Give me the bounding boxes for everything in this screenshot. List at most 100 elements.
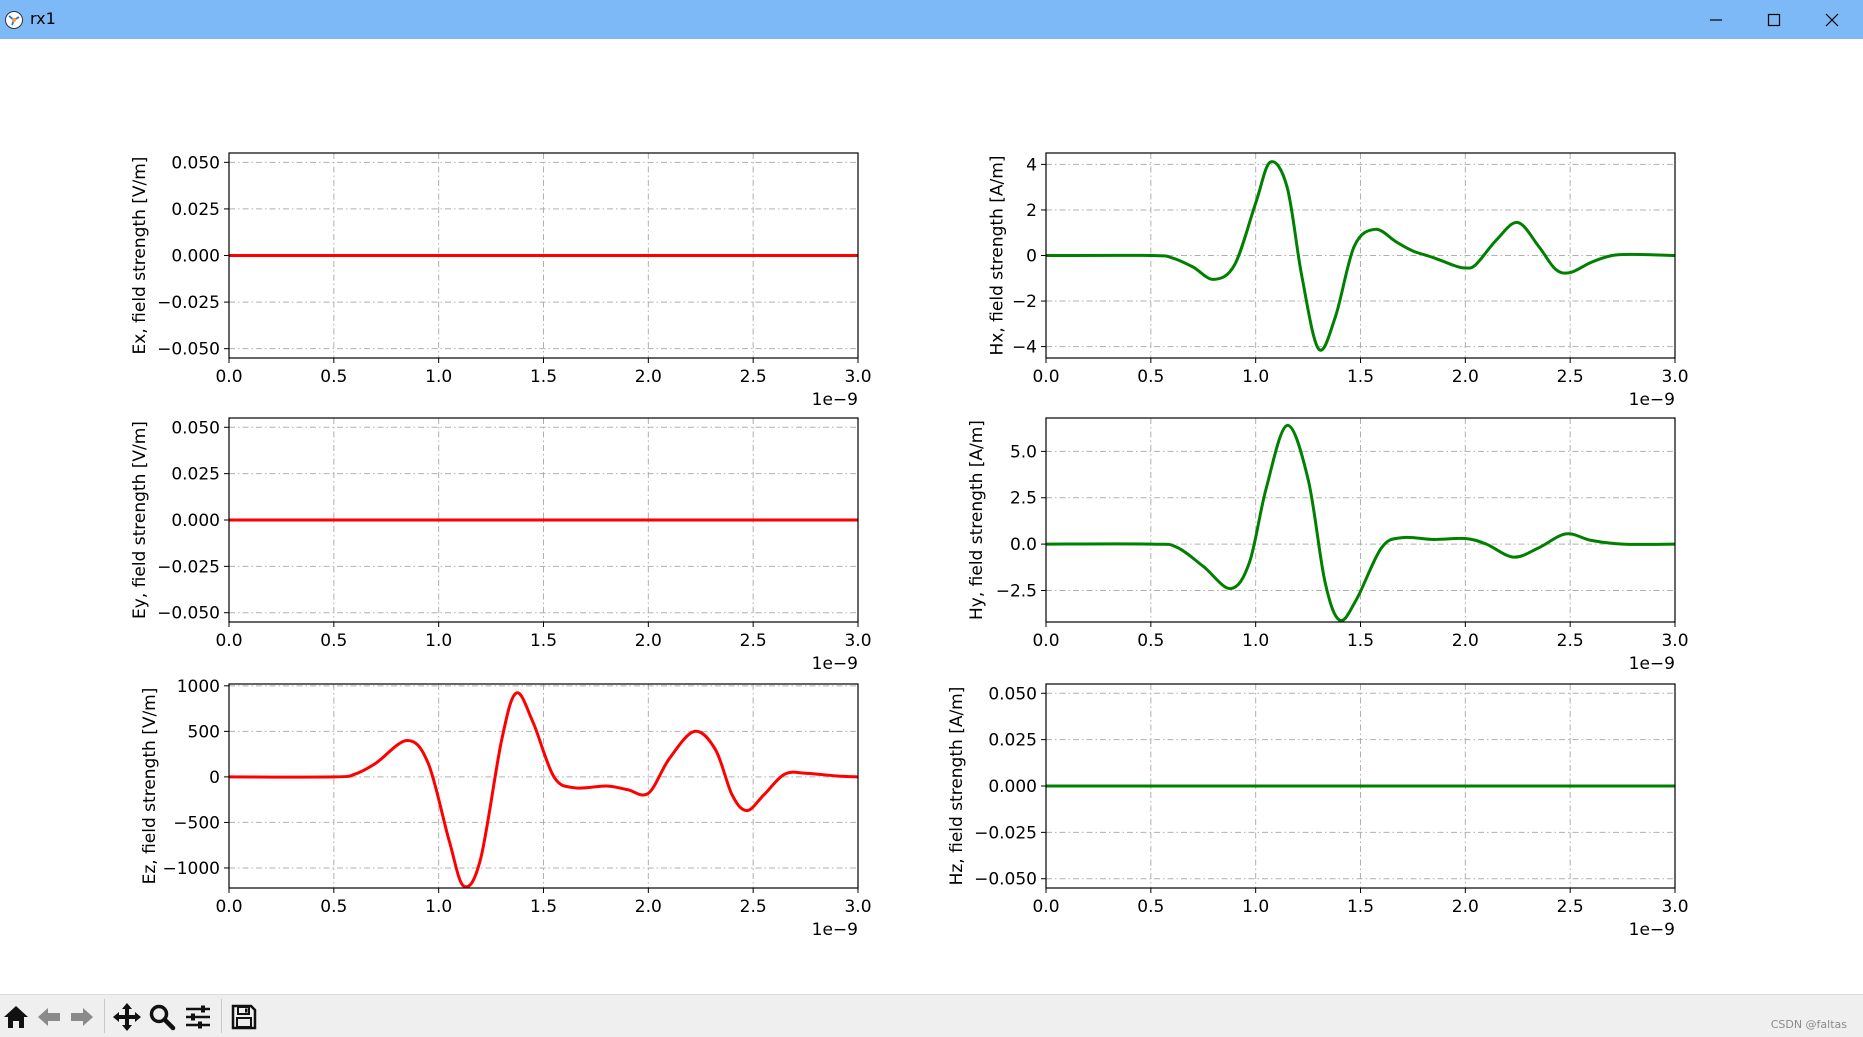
x-tick-label: 1.0 <box>425 631 452 651</box>
y-tick-label: 0.050 <box>988 684 1037 704</box>
forward-button[interactable] <box>66 1001 98 1033</box>
zoom-button[interactable] <box>146 1001 178 1033</box>
subplot-4[interactable]: 0.0 0.5 1.0 1.5 2.0 2.5 3.0 1e−9 5.0 2.5 0.0 −2.5 Hy… <box>967 417 1689 674</box>
close-icon <box>1825 13 1839 26</box>
y-tick-label: −500 <box>173 813 220 833</box>
x-offset-text: 1e−9 <box>812 654 858 674</box>
pan-button[interactable] <box>111 1001 143 1033</box>
y-tick-label: −4 <box>1012 338 1037 358</box>
x-tick-label: 0.5 <box>1137 631 1164 651</box>
save-button[interactable] <box>228 1001 260 1033</box>
y-axis-label: Ex, field strength [V/m] <box>130 157 150 355</box>
close-button[interactable] <box>1803 0 1861 39</box>
x-tick-label: 1.0 <box>1242 367 1269 387</box>
x-tick-label: 2.5 <box>740 367 767 387</box>
subplot-6[interactable]: 0.0 0.5 1.0 1.5 2.0 2.5 3.0 1e−9 0.050 0.025 0.000… <box>947 683 1689 940</box>
x-tick-label: 3.0 <box>1661 631 1688 651</box>
y-tick-label: −0.025 <box>157 293 220 313</box>
x-tick-label: 2.0 <box>1452 631 1479 651</box>
watermark: CSDN @faltas <box>1770 1018 1847 1031</box>
x-offset-text: 1e−9 <box>812 390 858 410</box>
x-tick-label: 0.0 <box>1032 897 1059 917</box>
y-tick-label: 0 <box>1026 247 1037 267</box>
y-tick-label: 4 <box>1026 155 1037 175</box>
zoom-icon <box>149 1004 176 1031</box>
subplot-3[interactable]: 0.0 0.5 1.0 1.5 2.0 2.5 3.0 1e−9 0.050 0.025 0.000… <box>130 417 872 674</box>
save-icon <box>231 1004 257 1030</box>
x-tick-label: 2.0 <box>635 631 662 651</box>
x-tick-label: 0.0 <box>1032 367 1059 387</box>
x-tick-label: 1.5 <box>530 631 557 651</box>
y-tick-label: 0.050 <box>171 418 220 438</box>
x-offset-text: 1e−9 <box>1629 390 1675 410</box>
configure-subplots-button[interactable] <box>182 1001 214 1033</box>
toolbar-separator <box>104 999 105 1033</box>
y-tick-label: −2 <box>1012 292 1037 312</box>
x-tick-label: 1.0 <box>425 367 452 387</box>
window-title: rx1 <box>30 9 56 28</box>
maximize-button[interactable] <box>1745 0 1803 39</box>
y-axis-label: Hy, field strength [A/m] <box>967 420 987 620</box>
y-tick-label: 0.025 <box>171 465 220 485</box>
subplot-5[interactable]: 0.0 0.5 1.0 1.5 2.0 2.5 3.0 1e−9 1000 500 0 −500 −10… <box>140 677 872 940</box>
x-tick-label: 0.5 <box>320 897 347 917</box>
back-button[interactable] <box>33 1001 65 1033</box>
x-offset-text: 1e−9 <box>1629 920 1675 940</box>
window-titlebar[interactable]: rx1 <box>0 0 1863 39</box>
y-tick-label: −1000 <box>162 859 220 879</box>
home-icon <box>4 1006 28 1028</box>
x-tick-label: 1.0 <box>425 897 452 917</box>
series-line <box>228 691 859 889</box>
y-axis-label: Ez, field strength [V/m] <box>140 688 160 885</box>
toolbar-separator <box>221 999 222 1033</box>
x-tick-label: 2.5 <box>1557 897 1584 917</box>
x-tick-label: 1.5 <box>530 367 557 387</box>
configure-subplots-icon <box>186 1005 210 1029</box>
x-tick-label: 3.0 <box>844 631 871 651</box>
y-tick-label: 0.050 <box>171 153 220 173</box>
maximize-icon <box>1767 13 1781 26</box>
y-tick-label: 500 <box>188 722 220 742</box>
x-tick-label: 2.0 <box>635 367 662 387</box>
y-tick-label: 5.0 <box>1010 442 1037 462</box>
y-axis-label: Hz, field strength [A/m] <box>947 687 967 886</box>
navigation-toolbar: CSDN @faltas <box>0 994 1863 1037</box>
x-tick-label: 2.5 <box>1557 631 1584 651</box>
y-tick-label: 0.000 <box>171 247 220 267</box>
x-tick-label: 2.5 <box>1557 367 1584 387</box>
x-offset-text: 1e−9 <box>1629 654 1675 674</box>
y-tick-label: 0.000 <box>171 511 220 531</box>
x-tick-label: 1.5 <box>1347 367 1374 387</box>
x-tick-label: 1.0 <box>1242 631 1269 651</box>
forward-arrow-icon <box>71 1008 93 1026</box>
x-tick-label: 2.0 <box>1452 897 1479 917</box>
x-offset-text: 1e−9 <box>812 920 858 940</box>
y-axis-label: Hx, field strength [A/m] <box>988 156 1008 356</box>
x-tick-label: 0.0 <box>215 367 242 387</box>
y-tick-label: −0.025 <box>157 557 220 577</box>
minimize-button[interactable] <box>1687 0 1745 39</box>
home-button[interactable] <box>0 1001 32 1033</box>
x-tick-label: 1.5 <box>1347 897 1374 917</box>
x-tick-label: 2.0 <box>635 897 662 917</box>
y-tick-label: −0.050 <box>974 870 1037 890</box>
x-tick-label: 0.0 <box>1032 631 1059 651</box>
x-tick-label: 3.0 <box>1661 367 1688 387</box>
y-tick-label: 0.025 <box>171 200 220 220</box>
x-tick-label: 0.5 <box>1137 367 1164 387</box>
x-tick-label: 2.5 <box>740 897 767 917</box>
pan-move-icon <box>113 1003 141 1031</box>
x-tick-label: 0.5 <box>320 367 347 387</box>
subplot-1[interactable]: 0.0 0.5 1.0 1.5 2.0 2.5 3.0 1e−9 0.050 0.025 0.000… <box>130 152 872 410</box>
x-tick-label: 1.5 <box>530 897 557 917</box>
x-tick-label: 3.0 <box>844 367 871 387</box>
y-tick-label: 2.5 <box>1010 489 1037 509</box>
y-tick-label: −0.025 <box>974 823 1037 843</box>
y-tick-label: 0 <box>209 768 220 788</box>
app-icon <box>5 11 23 29</box>
y-tick-label: 0.0 <box>1010 535 1037 555</box>
subplot-2[interactable]: 0.0 0.5 1.0 1.5 2.0 2.5 3.0 1e−9 4 2 0 −2 −4Hx, fiel… <box>988 152 1689 410</box>
y-tick-label: −0.050 <box>157 604 220 624</box>
figure-canvas[interactable]: 0.0 0.5 1.0 1.5 2.0 2.5 3.01e−90.0500.0250.000… <box>0 39 1863 994</box>
back-arrow-icon <box>38 1008 60 1026</box>
